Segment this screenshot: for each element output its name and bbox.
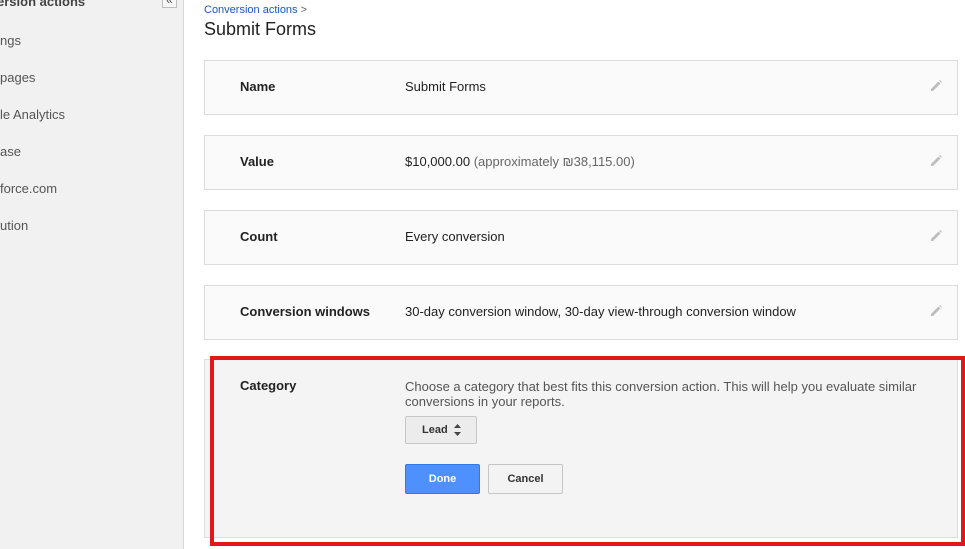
breadcrumb-separator: > bbox=[300, 4, 308, 16]
category-description: Choose a category that best fits this co… bbox=[405, 379, 917, 409]
name-label: Name bbox=[240, 79, 276, 94]
name-row[interactable]: Name Submit Forms bbox=[204, 60, 958, 115]
value-label: Value bbox=[240, 154, 274, 169]
sidebar-item-attribution[interactable]: ution bbox=[0, 218, 28, 233]
done-button[interactable]: Done bbox=[405, 464, 480, 494]
conversion-windows-row[interactable]: Conversion windows 30-day conversion win… bbox=[204, 285, 958, 340]
conversion-windows-label: Conversion windows bbox=[240, 304, 371, 319]
sidebar-item-tags[interactable]: ngs bbox=[0, 33, 21, 48]
sort-arrows-icon bbox=[454, 424, 461, 436]
category-label: Category bbox=[240, 378, 297, 393]
app: ersion actions « ngs pages le Analytics … bbox=[0, 0, 965, 549]
main-content: Conversion actions > Submit Forms Name S… bbox=[204, 0, 965, 549]
sidebar: ersion actions « ngs pages le Analytics … bbox=[0, 0, 184, 549]
value-approx: (approximately ₪38,115.00) bbox=[473, 154, 635, 169]
pencil-icon[interactable] bbox=[929, 229, 943, 243]
count-label: Count bbox=[240, 229, 278, 244]
category-row: Category Choose a category that best fit… bbox=[204, 359, 958, 538]
value-amount: $10,000.00 (approximately ₪38,115.00) bbox=[405, 154, 635, 169]
pencil-icon[interactable] bbox=[929, 79, 943, 93]
cancel-button[interactable]: Cancel bbox=[488, 464, 563, 494]
pencil-icon[interactable] bbox=[929, 154, 943, 168]
sidebar-item-google-analytics[interactable]: le Analytics bbox=[0, 107, 65, 122]
name-value: Submit Forms bbox=[405, 79, 486, 94]
category-selected-value: Lead bbox=[422, 424, 448, 436]
breadcrumb: Conversion actions > bbox=[204, 4, 307, 16]
pencil-icon[interactable] bbox=[929, 304, 943, 318]
page-title: Submit Forms bbox=[204, 19, 317, 39]
value-row[interactable]: Value $10,000.00 (approximately ₪38,115.… bbox=[204, 135, 958, 190]
breadcrumb-conversion-actions-link[interactable]: Conversion actions bbox=[204, 4, 298, 16]
sidebar-title[interactable]: ersion actions bbox=[0, 0, 85, 9]
sidebar-item-database[interactable]: ase bbox=[0, 144, 21, 159]
sidebar-header: ersion actions « bbox=[0, 0, 183, 14]
sidebar-item-salesforce[interactable]: force.com bbox=[0, 181, 57, 196]
count-row[interactable]: Count Every conversion bbox=[204, 210, 958, 265]
conversion-windows-value: 30-day conversion window, 30-day view-th… bbox=[405, 304, 796, 319]
sidebar-item-webpages[interactable]: pages bbox=[0, 70, 35, 85]
value-primary: $10,000.00 bbox=[405, 154, 471, 169]
collapse-sidebar-icon[interactable]: « bbox=[162, 0, 177, 8]
count-value: Every conversion bbox=[405, 229, 505, 244]
category-select[interactable]: Lead bbox=[405, 416, 477, 444]
